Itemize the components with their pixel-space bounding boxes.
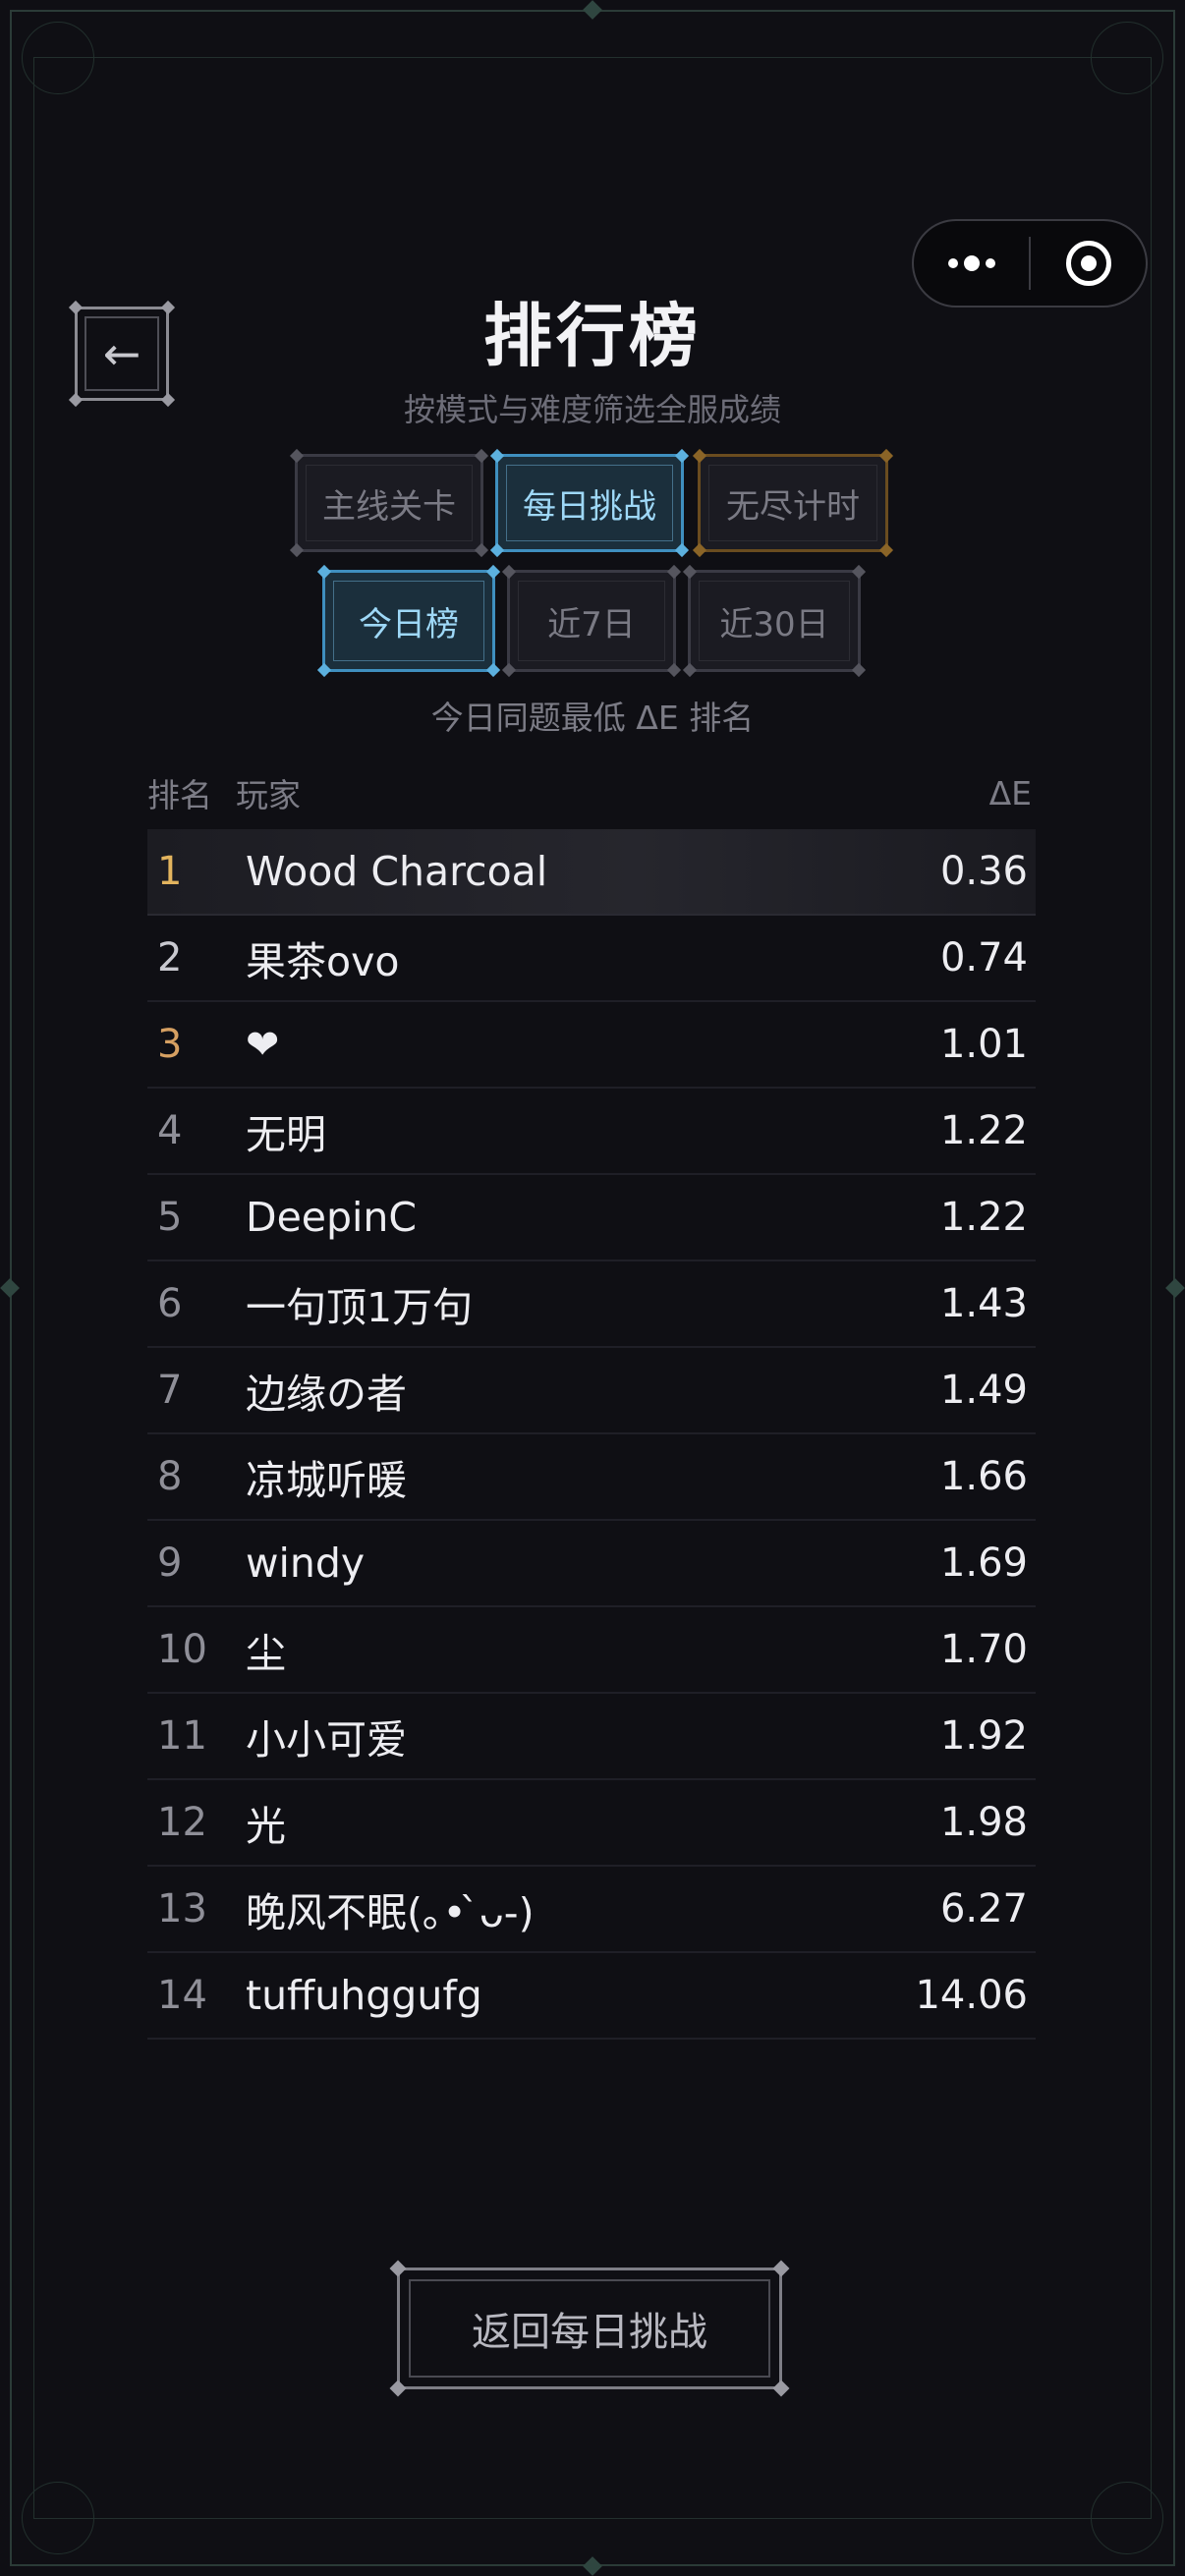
row-delta-e: 1.22: [939, 1108, 1028, 1153]
table-row[interactable]: 7 边缘の者 1.49: [147, 1348, 1036, 1434]
row-delta-e: 14.06: [915, 1973, 1028, 2018]
row-delta-e: 1.43: [939, 1281, 1028, 1326]
row-rank: 13: [157, 1886, 207, 1932]
table-row[interactable]: 5 DeepinC 1.22: [147, 1175, 1036, 1261]
row-player: 一句顶1万句: [246, 1284, 474, 1331]
frame-diamond-ornament: [583, 2556, 602, 2576]
back-to-daily-challenge-button[interactable]: 返回每日挑战: [389, 2260, 790, 2397]
header-rank: 排名: [147, 776, 212, 814]
header-delta-e: ΔE: [988, 773, 1032, 812]
tab-endless-timed[interactable]: 无尽计时: [692, 448, 894, 558]
frame-corner-ornament: [22, 2482, 94, 2554]
tab-label: 近7日: [547, 604, 636, 644]
tab-last-7-days[interactable]: 近7日: [501, 564, 682, 678]
tab-label: 每日挑战: [523, 486, 656, 527]
row-player: windy: [246, 1540, 366, 1587]
row-rank: 5: [157, 1195, 183, 1240]
row-delta-e: 0.74: [939, 935, 1028, 980]
row-rank: 8: [157, 1454, 183, 1499]
frame-diamond-ornament: [1165, 1278, 1185, 1298]
target-icon: [1065, 241, 1111, 286]
row-delta-e: 1.22: [939, 1195, 1028, 1240]
row-player: 凉城听暖: [246, 1457, 407, 1504]
row-player: DeepinC: [246, 1194, 418, 1241]
more-dots-icon: [947, 255, 995, 271]
frame-corner-ornament: [1091, 22, 1163, 94]
row-delta-e: 1.66: [939, 1454, 1028, 1499]
row-rank: 6: [157, 1281, 183, 1326]
tab-label: 今日榜: [359, 604, 459, 644]
row-delta-e: 1.01: [939, 1022, 1028, 1067]
frame-corner-ornament: [1091, 2482, 1163, 2554]
corner-dot: [389, 2380, 407, 2397]
table-row[interactable]: 13 晚风不眠(｡• ̀ᴗ-) 6.27: [147, 1867, 1036, 1953]
row-delta-e: 6.27: [939, 1886, 1028, 1932]
row-rank: 1: [157, 849, 183, 894]
table-row[interactable]: 3 ❤ 1.01: [147, 1002, 1036, 1089]
tab-last-30-days[interactable]: 近30日: [682, 564, 867, 678]
leaderboard-table: 排名 玩家 ΔE 1 Wood Charcoal 0.36 2 果茶ovo 0.…: [147, 762, 1036, 2040]
row-player: 尘: [246, 1630, 286, 1677]
row-delta-e: 0.36: [939, 849, 1028, 894]
page-title: 排行榜: [483, 296, 702, 376]
tab-today[interactable]: 今日榜: [316, 564, 501, 678]
row-rank: 10: [157, 1627, 207, 1672]
table-header: 排名 玩家 ΔE: [147, 762, 1036, 823]
row-delta-e: 1.70: [939, 1627, 1028, 1672]
table-row[interactable]: 10 尘 1.70: [147, 1607, 1036, 1694]
corner-dot: [772, 2260, 790, 2277]
tab-main-levels[interactable]: 主线关卡: [289, 448, 489, 558]
row-delta-e: 1.98: [939, 1800, 1028, 1845]
table-row[interactable]: 12 光 1.98: [147, 1780, 1036, 1867]
tab-label: 无尽计时: [726, 486, 860, 527]
tab-label: 近30日: [719, 604, 829, 644]
row-player: ❤: [246, 1021, 280, 1068]
corner-dot: [772, 2380, 790, 2397]
row-rank: 11: [157, 1713, 207, 1759]
ranking-caption: 今日同题最低 ΔE 排名: [430, 699, 755, 737]
row-player: 果茶ovo: [246, 938, 400, 985]
row-delta-e: 1.49: [939, 1368, 1028, 1413]
row-rank: 2: [157, 935, 183, 980]
frame-diamond-ornament: [0, 1278, 20, 1298]
row-player: tuffuhggufg: [246, 1972, 482, 2019]
row-player: 小小可爱: [246, 1716, 407, 1764]
row-rank: 4: [157, 1108, 183, 1153]
frame-corner-ornament: [22, 22, 94, 94]
table-row[interactable]: 14 tuffuhggufg 14.06: [147, 1953, 1036, 2040]
page-subtitle: 按模式与难度筛选全服成绩: [403, 391, 781, 428]
table-row[interactable]: 1 Wood Charcoal 0.36: [147, 829, 1036, 916]
button-label: 返回每日挑战: [472, 2310, 707, 2355]
table-row[interactable]: 4 无明 1.22: [147, 1089, 1036, 1175]
row-player: 晚风不眠(｡• ̀ᴗ-): [246, 1889, 535, 1936]
table-row[interactable]: 11 小小可爱 1.92: [147, 1694, 1036, 1780]
row-rank: 9: [157, 1540, 183, 1586]
row-delta-e: 1.69: [939, 1540, 1028, 1586]
tab-label: 主线关卡: [322, 486, 456, 527]
tab-daily-challenge[interactable]: 每日挑战: [489, 448, 690, 558]
row-rank: 3: [157, 1022, 183, 1067]
table-row[interactable]: 9 windy 1.69: [147, 1521, 1036, 1607]
row-player: Wood Charcoal: [246, 848, 548, 895]
row-player: 无明: [246, 1111, 326, 1158]
header-player: 玩家: [236, 776, 301, 814]
table-row[interactable]: 8 凉城听暖 1.66: [147, 1434, 1036, 1521]
corner-dot: [389, 2260, 407, 2277]
row-rank: 14: [157, 1973, 207, 2018]
table-body: 1 Wood Charcoal 0.36 2 果茶ovo 0.74 3 ❤ 1.…: [147, 829, 1036, 2040]
row-rank: 12: [157, 1800, 207, 1845]
row-player: 光: [246, 1803, 286, 1850]
table-row[interactable]: 2 果茶ovo 0.74: [147, 916, 1036, 1002]
frame-diamond-ornament: [583, 0, 602, 20]
row-player: 边缘の者: [246, 1371, 407, 1418]
row-delta-e: 1.92: [939, 1713, 1028, 1759]
row-rank: 7: [157, 1368, 183, 1413]
table-row[interactable]: 6 一句顶1万句 1.43: [147, 1261, 1036, 1348]
